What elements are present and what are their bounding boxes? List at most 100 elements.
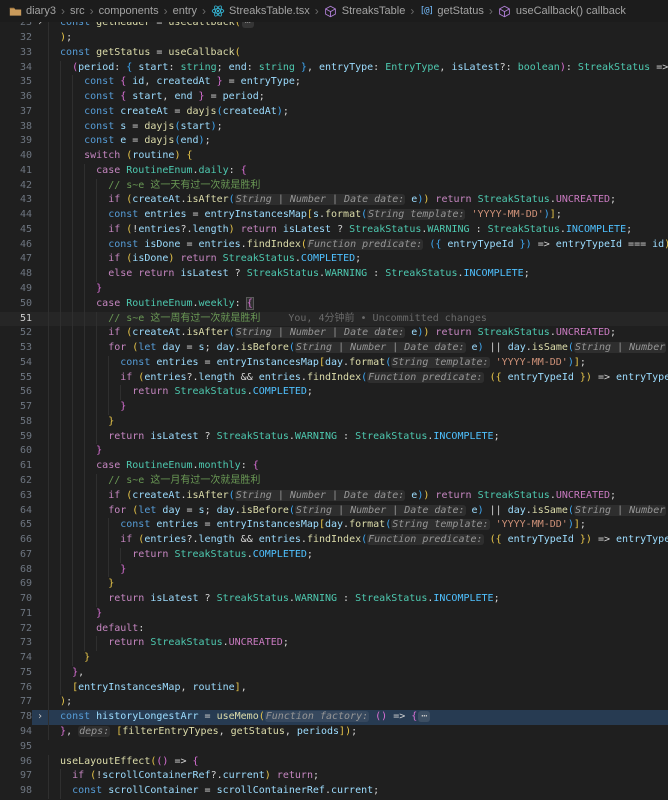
- line-number[interactable]: 68: [0, 563, 32, 578]
- line-number[interactable]: 41: [0, 164, 32, 179]
- line-content[interactable]: // s~e 这一天有过一次就是胜利: [48, 179, 668, 194]
- line-content[interactable]: const entries = entryInstancesMap[day.fo…: [48, 356, 668, 371]
- code-line-41[interactable]: 41 case RoutineEnum.daily: {: [0, 164, 668, 179]
- line-content[interactable]: for (let day = s; day.isBefore(String | …: [48, 341, 668, 356]
- line-content[interactable]: const s = dayjs(start);: [48, 120, 668, 135]
- line-content[interactable]: if (!scrollContainerRef?.current) return…: [48, 769, 668, 784]
- line-number[interactable]: 23: [0, 22, 32, 31]
- line-content[interactable]: }: [48, 577, 668, 592]
- code-line-54[interactable]: 54const entries = entryInstancesMap[day.…: [0, 356, 668, 371]
- line-number[interactable]: 71: [0, 607, 32, 622]
- line-number[interactable]: 95: [0, 740, 32, 755]
- line-number[interactable]: 97: [0, 769, 32, 784]
- line-content[interactable]: // s~e 这一月有过一次就是胜利: [48, 474, 668, 489]
- line-content[interactable]: switch (routine) {: [48, 149, 668, 164]
- line-number[interactable]: 61: [0, 459, 32, 474]
- code-line-23[interactable]: 23›const getHeader = useCallback(⋯: [0, 22, 668, 31]
- code-line-52[interactable]: 52if (createAt.isAfter(String | Number |…: [0, 326, 668, 341]
- code-line-40[interactable]: 40switch (routine) {: [0, 149, 668, 164]
- line-content[interactable]: const getStatus = useCallback(: [48, 46, 668, 61]
- line-number[interactable]: 55: [0, 371, 32, 386]
- code-line-95[interactable]: 95: [0, 740, 668, 755]
- line-content[interactable]: [entryInstancesMap, routine],: [48, 681, 668, 696]
- code-line-56[interactable]: 56return StreakStatus.COMPLETED;: [0, 385, 668, 400]
- code-line-72[interactable]: 72default:: [0, 622, 668, 637]
- line-content[interactable]: const entries = entryInstancesMap[day.fo…: [48, 518, 668, 533]
- line-content[interactable]: if (!entries?.length) return isLatest ? …: [48, 223, 668, 238]
- breadcrumb-item-streakstable-tsx[interactable]: StreaksTable.tsx: [211, 4, 310, 18]
- breadcrumb-item-getstatus[interactable]: [@]getStatus: [419, 4, 483, 18]
- code-line-55[interactable]: 55if (entries?.length && entries.findInd…: [0, 371, 668, 386]
- code-line-70[interactable]: 70return isLatest ? StreakStatus.WARNING…: [0, 592, 668, 607]
- line-number[interactable]: 69: [0, 577, 32, 592]
- line-number[interactable]: 37: [0, 105, 32, 120]
- line-content[interactable]: }: [48, 282, 668, 297]
- line-content[interactable]: if (entries?.length && entries.findIndex…: [48, 533, 668, 548]
- code-line-73[interactable]: 73return StreakStatus.UNCREATED;: [0, 636, 668, 651]
- line-number[interactable]: 32: [0, 31, 32, 46]
- line-number[interactable]: 36: [0, 90, 32, 105]
- line-number[interactable]: 58: [0, 415, 32, 430]
- line-content[interactable]: );: [48, 695, 668, 710]
- code-line-38[interactable]: 38const s = dayjs(start);: [0, 120, 668, 135]
- line-number[interactable]: 72: [0, 622, 32, 637]
- fold-chevron-icon[interactable]: ›: [32, 22, 48, 31]
- line-content[interactable]: for (let day = s; day.isBefore(String | …: [48, 504, 668, 519]
- line-number[interactable]: 57: [0, 400, 32, 415]
- line-content[interactable]: case RoutineEnum.weekly: {: [48, 297, 668, 312]
- line-number[interactable]: 59: [0, 430, 32, 445]
- line-number[interactable]: 33: [0, 46, 32, 61]
- line-number[interactable]: 45: [0, 223, 32, 238]
- line-content[interactable]: const { id, createdAt } = entryType;: [48, 75, 668, 90]
- line-content[interactable]: return StreakStatus.COMPLETED;: [48, 548, 668, 563]
- line-content[interactable]: if (isDone) return StreakStatus.COMPLETE…: [48, 252, 668, 267]
- line-content[interactable]: [48, 740, 668, 755]
- line-number[interactable]: 60: [0, 444, 32, 459]
- code-line-46[interactable]: 46const isDone = entries.findIndex(Funct…: [0, 238, 668, 253]
- breadcrumb-item-entry[interactable]: entry: [173, 5, 197, 17]
- line-number[interactable]: 44: [0, 208, 32, 223]
- line-content[interactable]: if (createAt.isAfter(String | Number | D…: [48, 193, 668, 208]
- line-content[interactable]: useLayoutEffect(() => {: [48, 755, 668, 770]
- line-content[interactable]: );: [48, 31, 668, 46]
- code-line-69[interactable]: 69}: [0, 577, 668, 592]
- line-number[interactable]: 51: [0, 312, 32, 327]
- code-line-32[interactable]: 32);: [0, 31, 668, 46]
- code-line-57[interactable]: 57}: [0, 400, 668, 415]
- line-number[interactable]: 96: [0, 755, 32, 770]
- code-line-78[interactable]: 78›const historyLongestArr = useMemo(Fun…: [0, 710, 668, 725]
- line-number[interactable]: 43: [0, 193, 32, 208]
- code-line-53[interactable]: 53for (let day = s; day.isBefore(String …: [0, 341, 668, 356]
- code-line-64[interactable]: 64 for (let day = s; day.isBefore(String …: [0, 504, 668, 519]
- code-line-48[interactable]: 48 else return isLatest ? StreakStatus.WA…: [0, 267, 668, 282]
- line-number[interactable]: 67: [0, 548, 32, 563]
- line-content[interactable]: else return isLatest ? StreakStatus.WARN…: [48, 267, 668, 282]
- line-content[interactable]: return isLatest ? StreakStatus.WARNING :…: [48, 592, 668, 607]
- line-content[interactable]: }: [48, 444, 668, 459]
- line-content[interactable]: return isLatest ? StreakStatus.WARNING :…: [48, 430, 668, 445]
- code-line-67[interactable]: 67 return StreakStatus.COMPLETED;: [0, 548, 668, 563]
- line-number[interactable]: 74: [0, 651, 32, 666]
- code-line-94[interactable]: 94}, deps: [filterEntryTypes, getStatus,…: [0, 725, 668, 740]
- line-number[interactable]: 35: [0, 75, 32, 90]
- code-line-68[interactable]: 68}: [0, 563, 668, 578]
- line-number[interactable]: 65: [0, 518, 32, 533]
- line-content[interactable]: // s~e 这一周有过一次就是胜利You, 4分钟前 • Uncommitte…: [48, 312, 668, 327]
- code-line-51[interactable]: 51 // s~e 这一周有过一次就是胜利You, 4分钟前 • Uncommit…: [0, 312, 668, 327]
- line-content[interactable]: if (createAt.isAfter(String | Number | D…: [48, 326, 668, 341]
- code-line-76[interactable]: 76 [entryInstancesMap, routine],: [0, 681, 668, 696]
- line-number[interactable]: 64: [0, 504, 32, 519]
- line-content[interactable]: const entries = entryInstancesMap[s.form…: [48, 208, 668, 223]
- line-content[interactable]: (period: { start: string; end: string },…: [48, 61, 668, 76]
- line-number[interactable]: 42: [0, 179, 32, 194]
- line-content[interactable]: if (createAt.isAfter(String | Number | D…: [48, 489, 668, 504]
- line-number[interactable]: 49: [0, 282, 32, 297]
- line-content[interactable]: }: [48, 563, 668, 578]
- code-line-60[interactable]: 60}: [0, 444, 668, 459]
- line-content[interactable]: }: [48, 415, 668, 430]
- line-number[interactable]: 76: [0, 681, 32, 696]
- code-line-58[interactable]: 58}: [0, 415, 668, 430]
- line-content[interactable]: case RoutineEnum.daily: {: [48, 164, 668, 179]
- code-line-96[interactable]: 96 useLayoutEffect(() => {: [0, 755, 668, 770]
- line-number[interactable]: 48: [0, 267, 32, 282]
